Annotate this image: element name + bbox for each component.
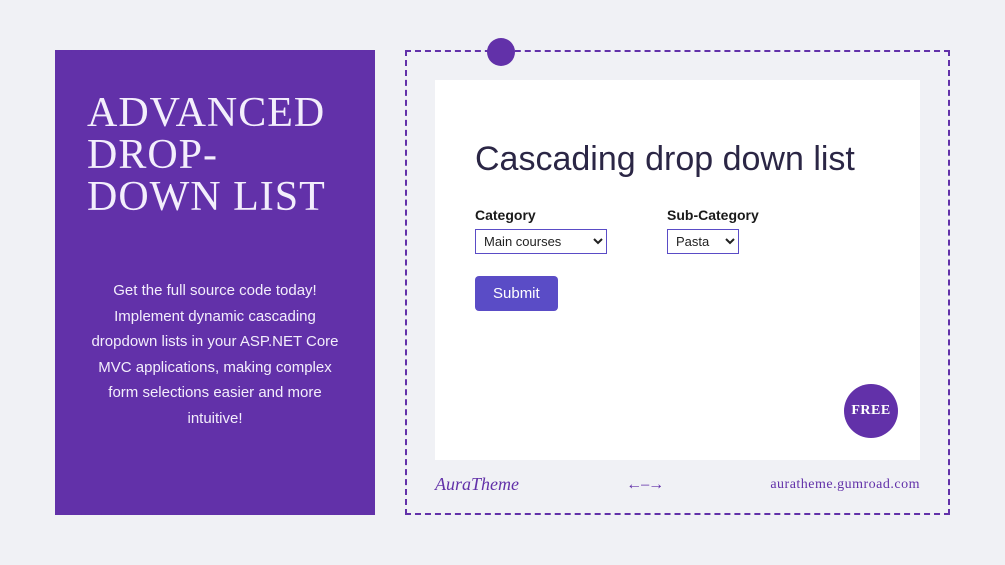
promo-description: Get the full source code today! Implemen… (87, 278, 343, 431)
footer-url: auratheme.gumroad.com (770, 477, 920, 493)
subcategory-field: Sub-Category Pasta (667, 207, 759, 254)
subcategory-label: Sub-Category (667, 207, 759, 223)
footer-brand: AuraTheme (435, 474, 519, 495)
category-label: Category (475, 207, 607, 223)
category-field: Category Main courses (475, 207, 607, 254)
arrow-icon: ←–→ (626, 476, 663, 494)
demo-card: Cascading drop down list Category Main c… (435, 80, 920, 460)
category-select[interactable]: Main courses (475, 229, 607, 254)
promo-title: ADVANCED DROP-DOWN LIST (87, 92, 343, 218)
accent-dot-icon (487, 38, 515, 66)
footer: AuraTheme ←–→ auratheme.gumroad.com (435, 474, 920, 495)
card-title: Cascading drop down list (475, 140, 880, 179)
subcategory-select[interactable]: Pasta (667, 229, 739, 254)
promo-panel: ADVANCED DROP-DOWN LIST Get the full sou… (55, 50, 375, 515)
demo-panel: Cascading drop down list Category Main c… (405, 50, 950, 515)
submit-button[interactable]: Submit (475, 276, 558, 311)
free-badge: FREE (844, 384, 898, 438)
